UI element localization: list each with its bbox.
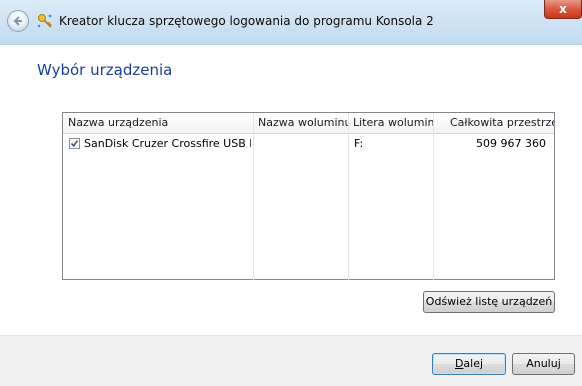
column-header-total-space[interactable]: Całkowita przestrzeń	[433, 113, 554, 133]
next-button[interactable]: Dalej	[432, 353, 506, 375]
refresh-devices-button[interactable]: Odśwież listę urządzeń	[423, 291, 555, 313]
volume-letter-cell: F:	[354, 137, 364, 150]
close-icon: x	[559, 2, 567, 16]
device-row[interactable]: SanDisk Cruzer Crossfire USB D... F: 509…	[63, 135, 554, 153]
back-button[interactable]	[7, 10, 29, 32]
volume-name-cell	[258, 135, 346, 153]
device-name-cell: SanDisk Cruzer Crossfire USB D...	[84, 137, 251, 150]
column-header-volume-letter[interactable]: Litera woluminu	[348, 113, 433, 133]
wizard-key-icon	[37, 14, 52, 28]
next-label: alej	[463, 357, 484, 370]
title-bar: Kreator klucza sprzętowego logowania do …	[0, 0, 582, 45]
checkmark-icon	[70, 140, 79, 147]
window-title: Kreator klucza sprzętowego logowania do …	[59, 14, 434, 28]
close-button[interactable]: x	[544, 0, 582, 19]
total-space-cell: 509 967 360	[476, 137, 546, 150]
back-arrow-icon	[13, 16, 22, 26]
page-title: Wybór urządzenia	[37, 61, 173, 79]
column-header-device-name[interactable]: Nazwa urządzenia	[63, 113, 253, 133]
device-list[interactable]: Nazwa urządzenia Nazwa woluminu Litera w…	[62, 112, 555, 280]
column-header-volume-name[interactable]: Nazwa woluminu	[253, 113, 348, 133]
device-list-header: Nazwa urządzenia Nazwa woluminu Litera w…	[63, 113, 554, 134]
cancel-button[interactable]: Anuluj	[512, 353, 575, 375]
device-checkbox[interactable]	[69, 138, 80, 149]
